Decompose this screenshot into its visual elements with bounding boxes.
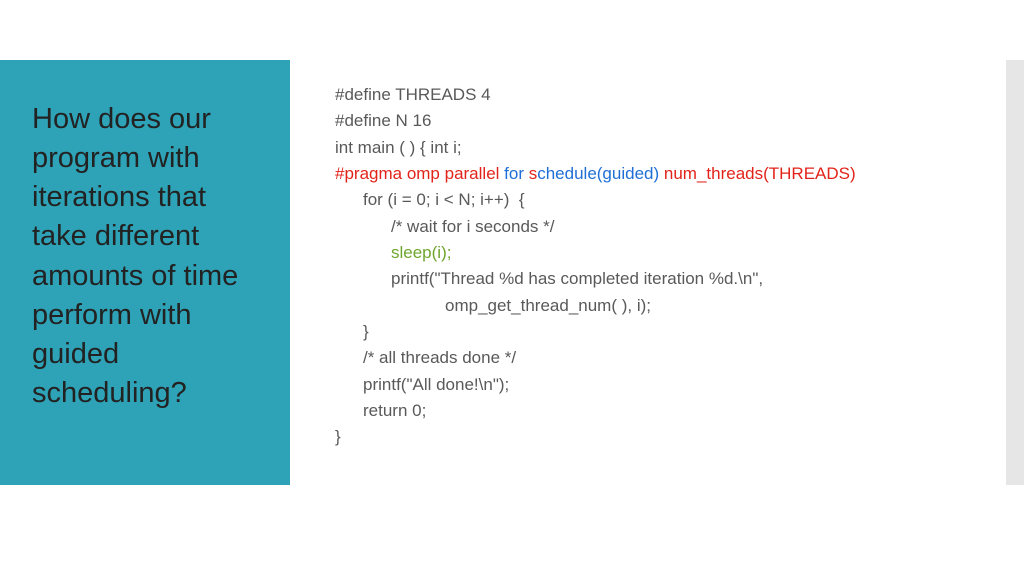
code-block: #define THREADS 4 #define N 16 int main … xyxy=(335,82,975,451)
code-comment: /* all threads done */ xyxy=(335,345,975,371)
code-line: #pragma omp parallel for schedule(guided… xyxy=(335,161,975,187)
code-line: return 0; xyxy=(335,398,975,424)
code-sleep: sleep(i); xyxy=(335,240,975,266)
code-comment: /* wait for i seconds */ xyxy=(335,214,975,240)
code-line: int main ( ) { int i; xyxy=(335,135,975,161)
code-line: omp_get_thread_num( ), i); xyxy=(335,293,975,319)
right-accent-bar xyxy=(1006,60,1024,485)
code-line: } xyxy=(335,424,975,450)
code-line: printf("All done!\n"); xyxy=(335,372,975,398)
pragma-blue: chedule(guided) xyxy=(537,164,664,183)
code-line: } xyxy=(335,319,975,345)
code-line: #define THREADS 4 xyxy=(335,82,975,108)
code-line: for (i = 0; i < N; i++) { xyxy=(335,187,975,213)
pragma-red: #pragma omp parallel xyxy=(335,164,504,183)
pragma-red: num_threads(THREADS) xyxy=(664,164,856,183)
code-line: printf("Thread %d has completed iteratio… xyxy=(335,266,975,292)
sidebar-panel: How does our program with iterations tha… xyxy=(0,60,290,485)
slide-title: How does our program with iterations tha… xyxy=(32,100,268,413)
pragma-red: s xyxy=(529,164,538,183)
code-line: #define N 16 xyxy=(335,108,975,134)
pragma-blue: for xyxy=(504,164,529,183)
